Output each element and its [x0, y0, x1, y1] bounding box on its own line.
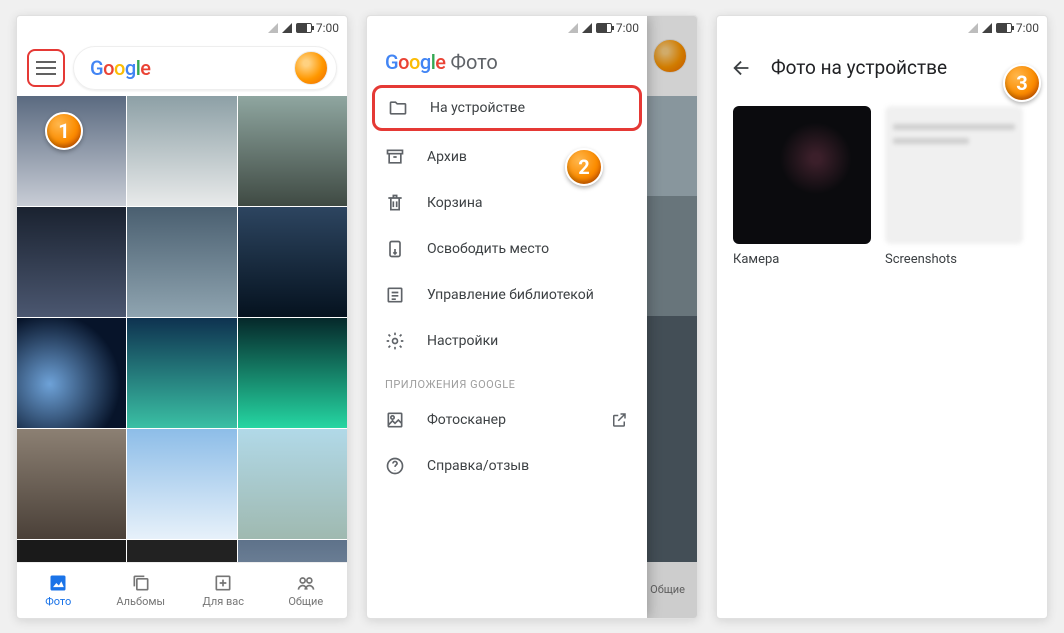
battery-icon [296, 23, 312, 33]
drawer-item-label: Управление библиотекой [427, 287, 594, 303]
menu-button[interactable] [27, 49, 65, 87]
status-time: 7:00 [1016, 21, 1039, 35]
signal-icon [282, 23, 292, 33]
google-logo: Google [90, 56, 151, 80]
drawer-item-label: Архив [427, 149, 467, 165]
tab-label: Альбомы [116, 595, 165, 608]
photo-thumb[interactable] [127, 429, 236, 539]
tab-label: Общие [288, 595, 323, 608]
help-icon [385, 456, 405, 476]
wifi-icon [568, 23, 578, 33]
folder-label: Камера [733, 252, 871, 267]
search-bar[interactable]: Google [73, 46, 337, 90]
status-time: 7:00 [316, 21, 339, 35]
signal-icon [582, 23, 592, 33]
photos-icon [48, 573, 68, 593]
top-bar: Google [17, 40, 347, 96]
step-callout-3: 3 [1003, 64, 1041, 102]
drawer-item-on-device[interactable]: На устройстве [372, 85, 642, 131]
step-callout-2: 2 [565, 148, 603, 186]
status-bar: 7:00 [367, 16, 647, 40]
external-link-icon [609, 410, 629, 430]
account-avatar[interactable] [294, 51, 328, 85]
wifi-icon [968, 23, 978, 33]
drawer-item-label: Корзина [427, 195, 483, 211]
drawer-item-label: Освободить место [427, 241, 549, 257]
drawer-item-archive[interactable]: Архив [367, 134, 647, 180]
screen-device-folders: 7:00 Фото на устройстве Камера Screensho… [716, 15, 1048, 619]
tab-label: Для вас [202, 595, 244, 608]
drawer-item-photoscan[interactable]: Фотосканер [367, 397, 647, 443]
tab-label: Фото [45, 595, 71, 608]
bottom-nav: Фото Альбомы Для вас Общие [17, 562, 347, 618]
status-bar: 7:00 [17, 16, 347, 40]
archive-icon [385, 147, 405, 167]
sharing-icon [296, 573, 316, 593]
back-button[interactable] [727, 53, 757, 83]
photo-thumb[interactable] [127, 207, 236, 317]
folder-screenshots[interactable]: Screenshots [885, 106, 1023, 267]
wifi-icon [268, 23, 278, 33]
screen-drawer: Общие 7:00 Google Фото На устройстве Арх… [366, 15, 698, 619]
photo-thumb[interactable] [238, 318, 347, 428]
gear-icon [385, 331, 405, 351]
library-manage-icon [385, 285, 405, 305]
drawer-item-label: Фотосканер [427, 412, 506, 428]
drawer-item-help[interactable]: Справка/отзыв [367, 443, 647, 489]
drawer-item-settings[interactable]: Настройки [367, 318, 647, 364]
albums-icon [131, 573, 151, 593]
step-callout-1: 1 [45, 112, 83, 150]
status-time: 7:00 [616, 21, 639, 35]
photo-thumb[interactable] [17, 318, 126, 428]
signal-icon [982, 23, 992, 33]
page-title: Фото на устройстве [771, 56, 947, 79]
tab-foryou[interactable]: Для вас [182, 563, 265, 618]
folder-icon [388, 98, 408, 118]
folder-cover [733, 106, 871, 244]
tab-albums[interactable]: Альбомы [100, 563, 183, 618]
photo-thumb[interactable] [127, 96, 236, 206]
photo-thumb[interactable] [127, 318, 236, 428]
battery-icon [996, 23, 1012, 33]
drawer-item-free-space[interactable]: Освободить место [367, 226, 647, 272]
drawer-item-library-manage[interactable]: Управление библиотекой [367, 272, 647, 318]
foryou-icon [213, 573, 233, 593]
photo-thumb[interactable] [238, 429, 347, 539]
folder-cover [885, 106, 1023, 244]
photo-thumb[interactable] [17, 207, 126, 317]
trash-icon [385, 193, 405, 213]
tab-photos[interactable]: Фото [17, 563, 100, 618]
drawer-item-label: Справка/отзыв [427, 458, 529, 474]
photoscan-icon [385, 410, 405, 430]
folder-grid: Камера Screenshots [717, 96, 1047, 277]
drawer-section-label: ПРИЛОЖЕНИЯ GOOGLE [367, 364, 647, 397]
photo-thumb[interactable] [17, 429, 126, 539]
photo-thumb[interactable] [238, 96, 347, 206]
photo-thumb[interactable] [17, 96, 126, 206]
drawer-brand: Google Фото [367, 40, 647, 82]
drawer-item-label: На устройстве [430, 100, 525, 116]
folder-camera[interactable]: Камера [733, 106, 871, 267]
nav-drawer: 7:00 Google Фото На устройстве Архив Кор… [367, 16, 647, 618]
status-bar: 7:00 [717, 16, 1047, 40]
tab-sharing[interactable]: Общие [265, 563, 348, 618]
screen-photos-grid: 7:00 Google [16, 15, 348, 619]
photo-thumb[interactable] [238, 207, 347, 317]
drawer-item-trash[interactable]: Корзина [367, 180, 647, 226]
photo-thumb[interactable] [127, 540, 236, 562]
drawer-item-label: Настройки [427, 333, 498, 349]
app-bar: Фото на устройстве [717, 40, 1047, 96]
photo-grid [17, 96, 347, 562]
photo-thumb[interactable] [17, 540, 126, 562]
free-space-icon [385, 239, 405, 259]
folder-label: Screenshots [885, 252, 1023, 267]
photo-thumb[interactable] [238, 540, 347, 562]
battery-icon [596, 23, 612, 33]
